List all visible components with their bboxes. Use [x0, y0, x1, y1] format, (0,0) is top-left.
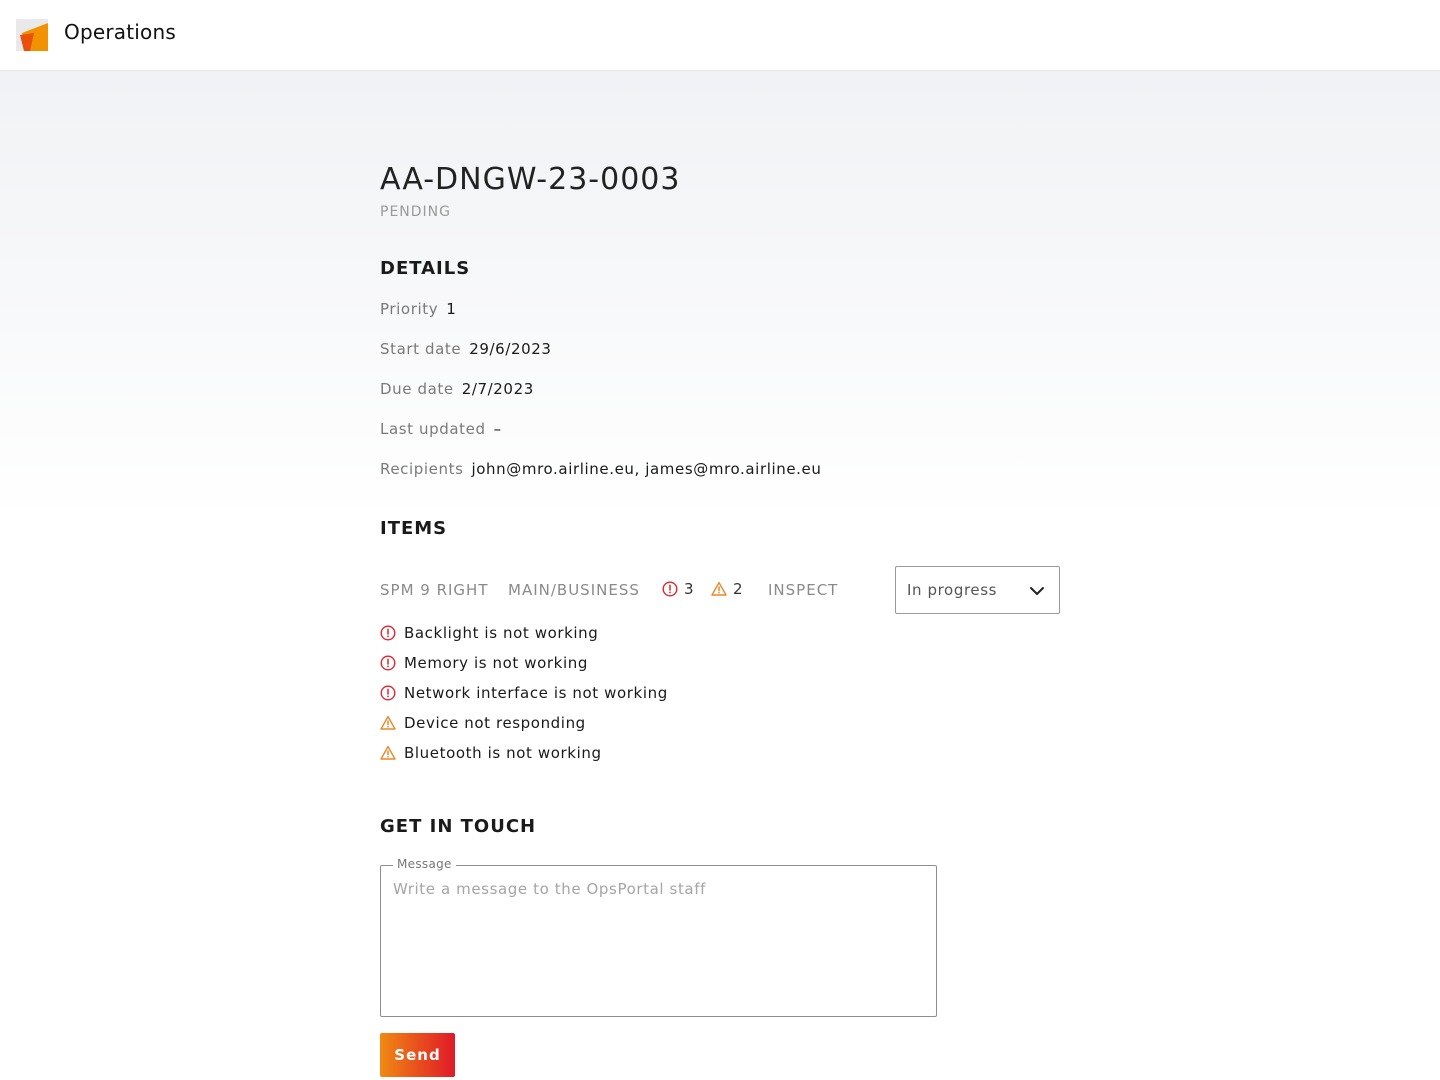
detail-label: Recipients — [380, 460, 464, 478]
issue-text: Network interface is not working — [404, 684, 668, 702]
message-input[interactable] — [393, 880, 923, 1004]
detail-value: 29/6/2023 — [469, 340, 552, 358]
item-header: SPM 9 RIGHT MAIN/BUSINESS 3 2 INSPECT In… — [380, 566, 1060, 614]
detail-last-updated: Last updated – — [380, 420, 502, 438]
error-icon — [380, 655, 396, 671]
operations-logo[interactable] — [16, 19, 48, 51]
warning-icon — [380, 745, 396, 760]
contact-heading: GET IN TOUCH — [380, 816, 537, 837]
error-icon — [380, 685, 396, 701]
issue-text: Backlight is not working — [404, 624, 599, 642]
details-heading: DETAILS — [380, 258, 471, 279]
ticket-status: PENDING — [380, 204, 451, 220]
detail-value: – — [493, 420, 502, 438]
warning-icon — [380, 715, 396, 730]
detail-value: 1 — [446, 300, 457, 318]
item-action: INSPECT — [768, 581, 839, 599]
status-dropdown[interactable]: In progress — [895, 566, 1060, 614]
detail-label: Last updated — [380, 420, 486, 438]
issue-item: Bluetooth is not working — [380, 744, 602, 762]
issue-item: Backlight is not working — [380, 624, 598, 642]
message-label: Message — [393, 857, 456, 871]
detail-priority: Priority 1 — [380, 300, 456, 318]
issue-item: Network interface is not working — [380, 684, 668, 702]
error-icon — [380, 625, 396, 641]
chevron-down-icon — [1030, 587, 1044, 595]
issue-item: Memory is not working — [380, 654, 588, 672]
items-heading: ITEMS — [380, 518, 448, 539]
message-field: Message — [380, 857, 937, 1017]
warning-icon — [711, 581, 727, 596]
app-title: Operations — [64, 20, 176, 44]
error-count: 3 — [684, 580, 694, 598]
detail-value: 2/7/2023 — [461, 380, 534, 398]
issue-item: Device not responding — [380, 714, 586, 732]
detail-label: Due date — [380, 380, 454, 398]
ticket-id: AA-DNGW-23-0003 — [380, 162, 681, 197]
warning-count-badge: 2 — [711, 580, 743, 598]
item-location: SPM 9 RIGHT — [380, 581, 489, 599]
detail-recipients: Recipients john@mro.airline.eu, james@mro… — [380, 460, 822, 478]
detail-value: john@mro.airline.eu, james@mro.airline.e… — [471, 460, 822, 478]
issue-text: Device not responding — [404, 714, 586, 732]
top-bar: Operations — [0, 0, 1440, 71]
detail-due-date: Due date 2/7/2023 — [380, 380, 534, 398]
error-icon — [662, 581, 678, 597]
status-dropdown-value: In progress — [907, 581, 998, 599]
issue-text: Bluetooth is not working — [404, 744, 602, 762]
detail-label: Priority — [380, 300, 439, 318]
detail-label: Start date — [380, 340, 462, 358]
error-count-badge: 3 — [662, 580, 694, 598]
detail-start-date: Start date 29/6/2023 — [380, 340, 552, 358]
item-cabin: MAIN/BUSINESS — [508, 581, 640, 599]
issue-text: Memory is not working — [404, 654, 588, 672]
warning-count: 2 — [733, 580, 743, 598]
send-button[interactable]: Send — [380, 1033, 455, 1077]
